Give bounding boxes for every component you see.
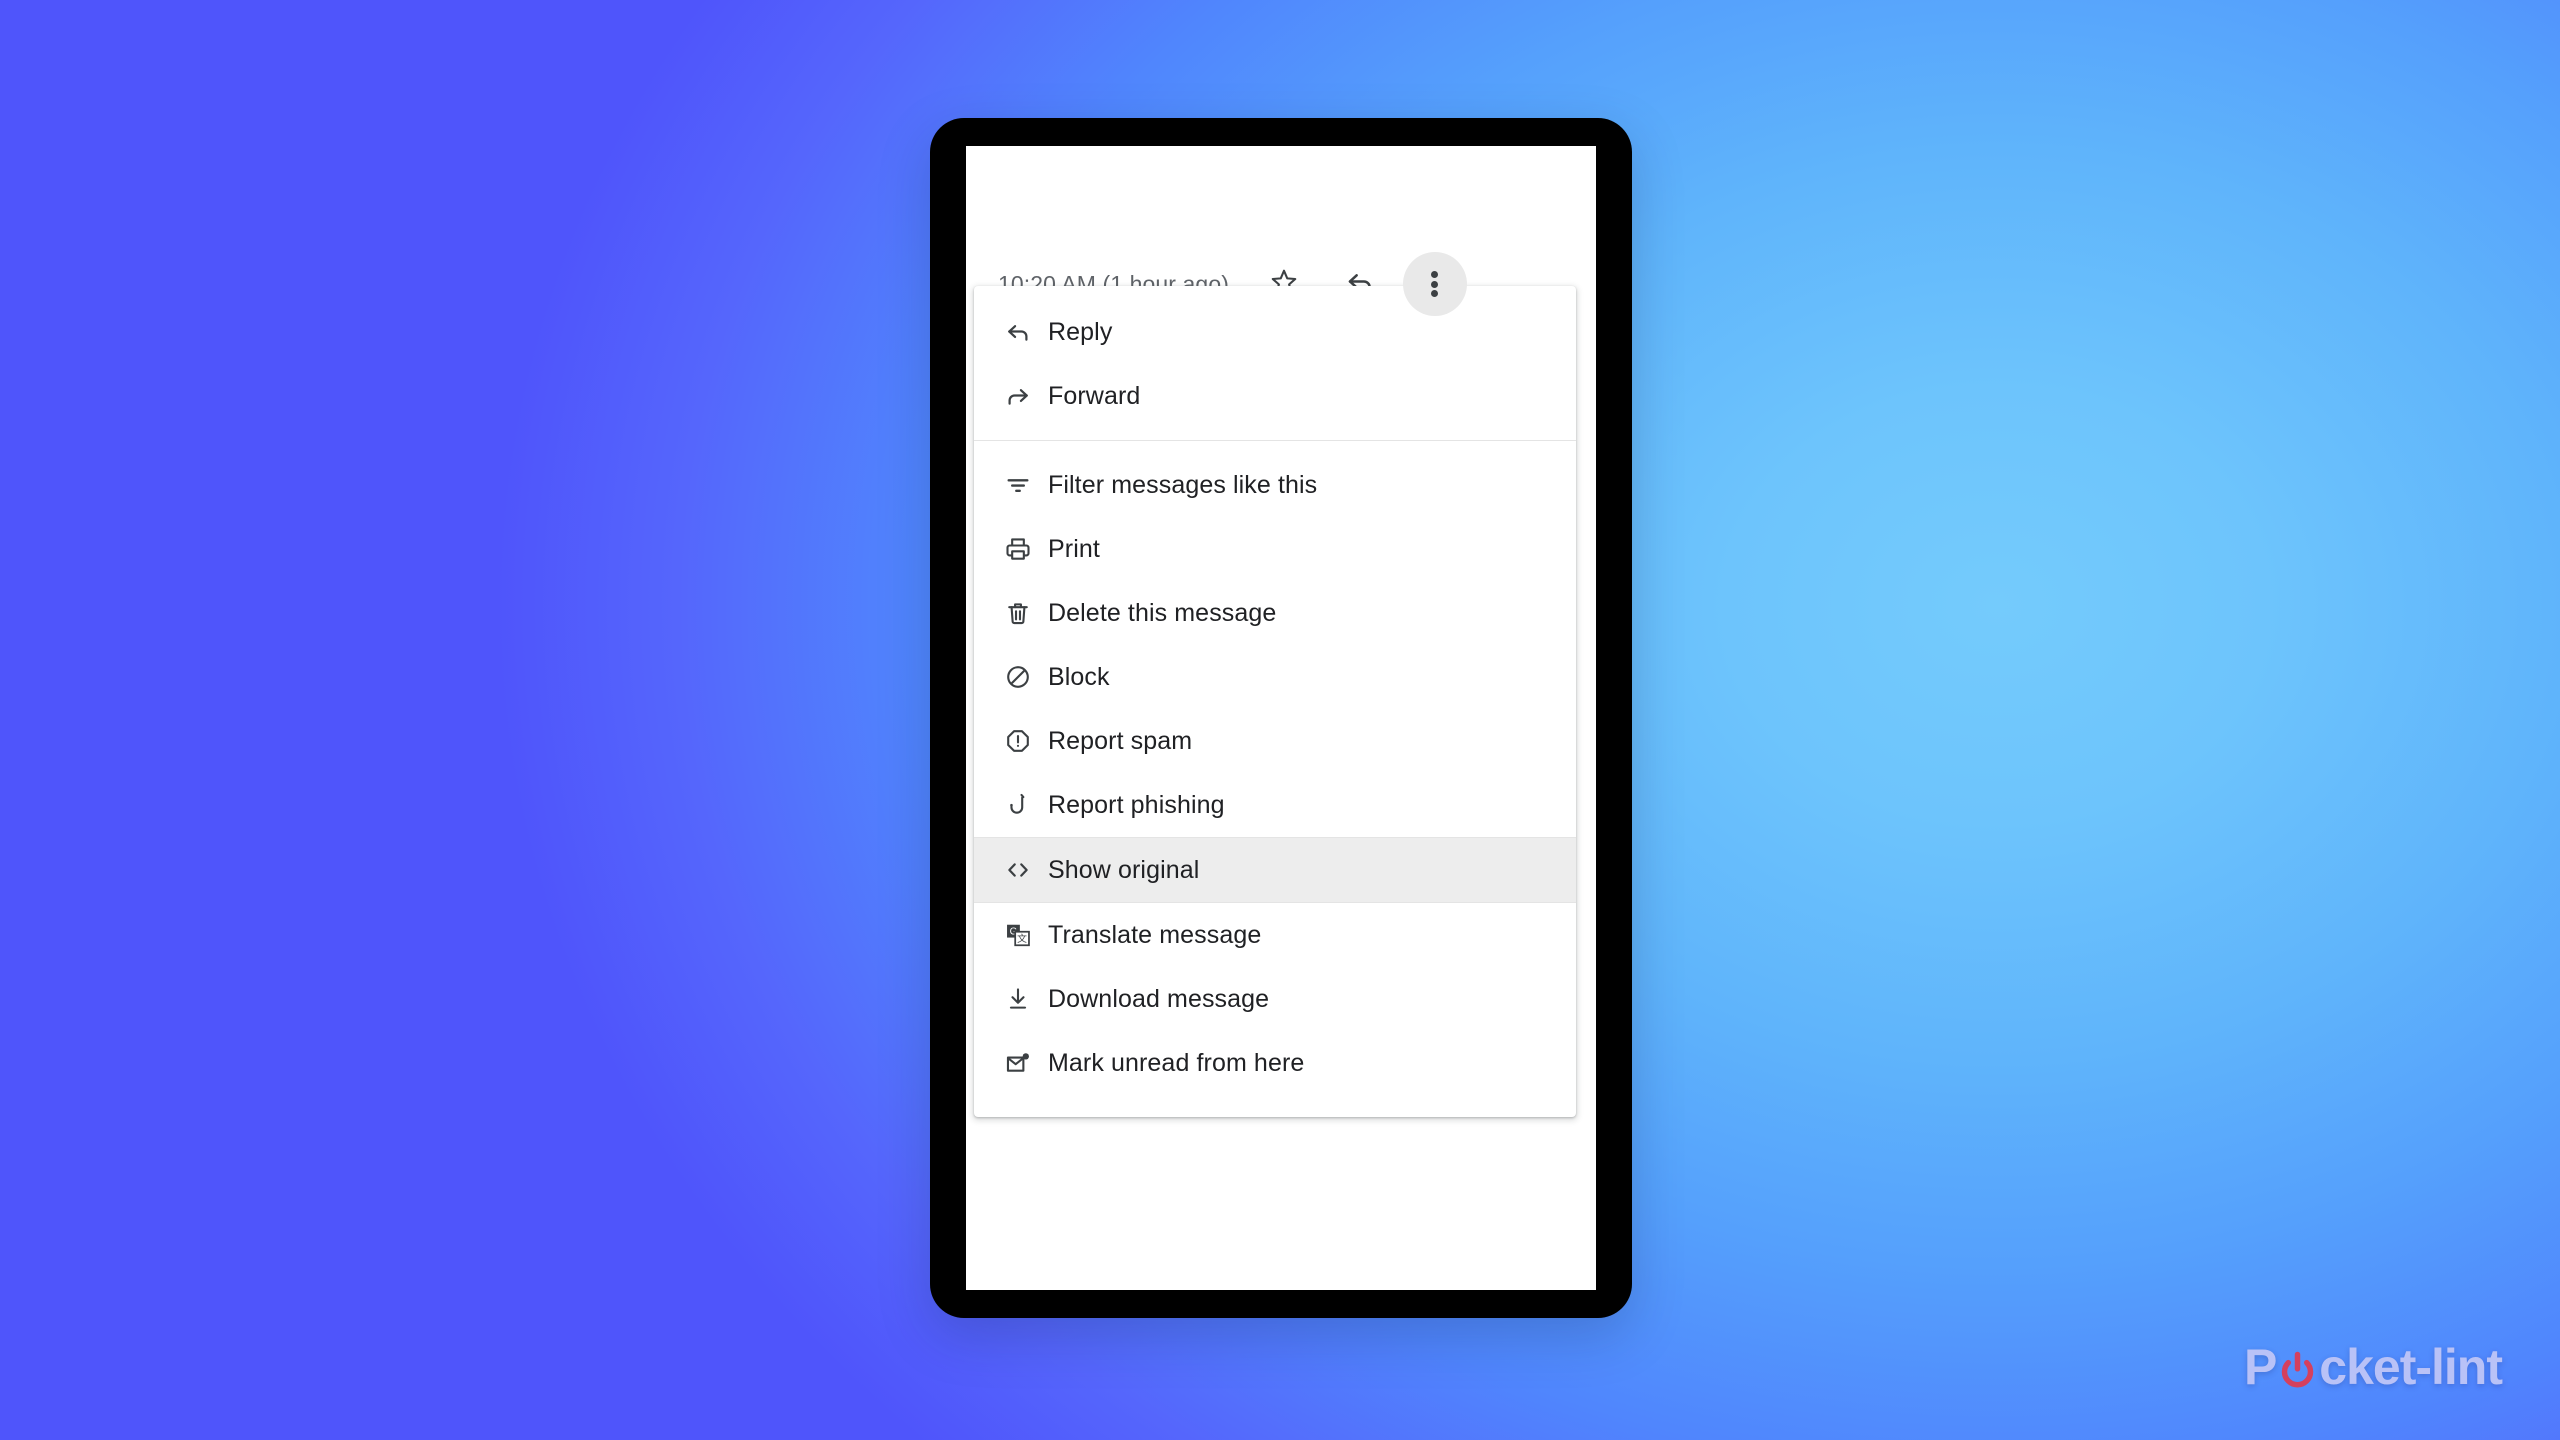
menu-item-label: Download message (1048, 984, 1270, 1013)
menu-item-block[interactable]: Block (974, 645, 1576, 709)
more-options-button[interactable] (1402, 252, 1467, 316)
menu-item-reply[interactable]: Reply (974, 300, 1576, 364)
phone-screen: 10:20 AM (1 hour ago) Reply Forward Filt… (966, 146, 1596, 1290)
menu-item-label: Report spam (1048, 726, 1193, 755)
menu-item-label: Show original (1048, 855, 1200, 884)
watermark-text-before: P (2243, 1339, 2277, 1395)
block-circle-slash-icon (1004, 663, 1048, 691)
menu-divider (974, 440, 1576, 441)
menu-item-label: Filter messages like this (1048, 470, 1318, 499)
menu-item-label: Translate message (1048, 920, 1262, 949)
three-dots-vertical-icon (1431, 269, 1439, 300)
menu-item-label: Block (1048, 662, 1110, 691)
filter-lines-icon (1004, 471, 1048, 499)
menu-item-label: Mark unread from here (1048, 1048, 1305, 1077)
menu-item-delete-message[interactable]: Delete this message (974, 581, 1576, 645)
envelope-unread-icon (1004, 1049, 1048, 1077)
phone-frame: 10:20 AM (1 hour ago) Reply Forward Filt… (930, 118, 1632, 1318)
menu-item-mark-unread[interactable]: Mark unread from here (974, 1031, 1576, 1095)
menu-item-label: Reply (1048, 317, 1113, 346)
forward-arrow-icon (1004, 382, 1048, 410)
svg-text:文: 文 (1017, 932, 1027, 945)
watermark-text-after: cket-lint (2319, 1339, 2503, 1395)
fish-hook-icon (1004, 791, 1048, 819)
menu-item-label: Print (1048, 534, 1100, 563)
download-arrow-icon (1004, 985, 1048, 1013)
code-brackets-icon (1004, 856, 1048, 884)
menu-item-forward[interactable]: Forward (974, 364, 1576, 428)
power-symbol-icon (2277, 1350, 2318, 1391)
menu-item-print[interactable]: Print (974, 517, 1576, 581)
trash-icon (1004, 599, 1048, 627)
printer-icon (1004, 535, 1048, 563)
menu-item-label: Report phishing (1048, 790, 1225, 819)
options-menu[interactable]: Reply Forward Filter messages like this … (974, 286, 1576, 1117)
menu-item-report-phishing[interactable]: Report phishing (974, 773, 1576, 837)
menu-item-report-spam[interactable]: Report spam (974, 709, 1576, 773)
menu-item-filter-messages[interactable]: Filter messages like this (974, 453, 1576, 517)
menu-item-show-original[interactable]: Show original (974, 838, 1576, 902)
menu-item-translate-message[interactable]: G 文 Translate message (974, 903, 1576, 967)
pocketlint-watermark: P cket-lint (2243, 1338, 2503, 1396)
menu-item-label: Delete this message (1048, 598, 1277, 627)
menu-item-download-message[interactable]: Download message (974, 967, 1576, 1031)
octagon-exclamation-icon (1004, 727, 1048, 755)
google-translate-icon: G 文 (1004, 921, 1048, 949)
reply-arrow-icon (1004, 318, 1048, 346)
menu-item-label: Forward (1048, 381, 1141, 410)
